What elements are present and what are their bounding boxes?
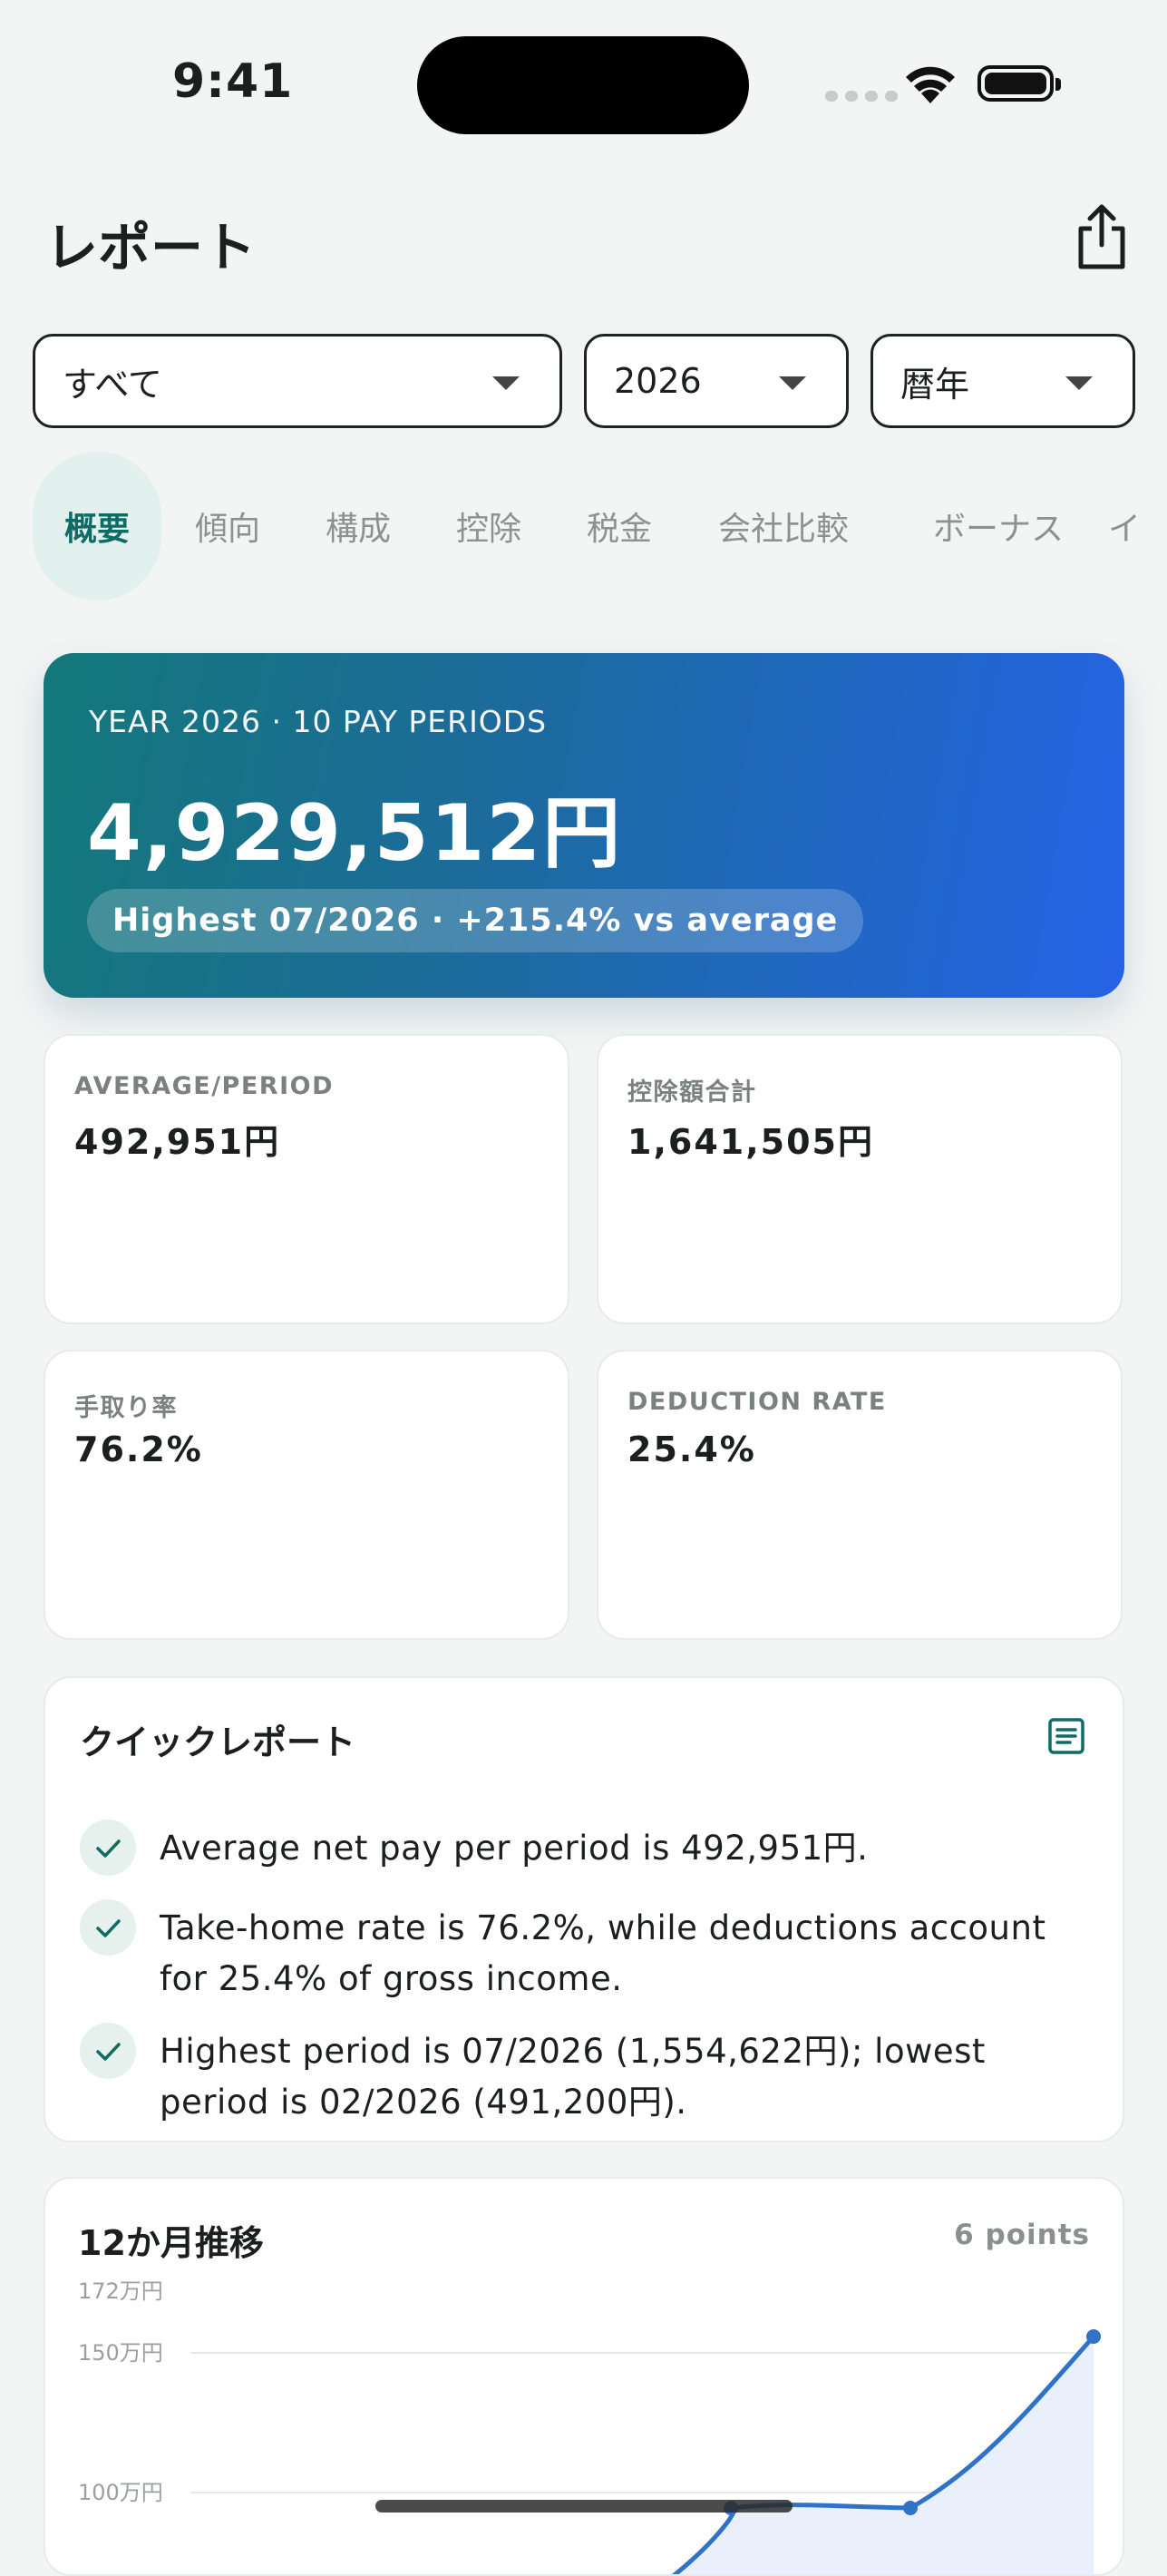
y-tick-label: 172万円	[78, 2278, 163, 2304]
trend-chart: 172万円 150万円 100万円	[78, 2278, 1101, 2574]
chevron-down-icon	[1065, 376, 1093, 390]
battery-icon	[977, 65, 1061, 102]
trend-point[interactable]	[903, 2501, 918, 2515]
stat-value: 76.2%	[74, 1429, 203, 1469]
y-tick-label: 100万円	[78, 2480, 163, 2505]
annual-summary-card: YEAR 2026 · 10 PAY PERIODS 4,929,512円 Hi…	[44, 653, 1124, 998]
check-icon	[80, 2023, 136, 2079]
tab-more[interactable]: イ	[1108, 452, 1162, 600]
stat-label: DEDUCTION RATE	[627, 1388, 887, 1416]
tab-deductions[interactable]: 控除	[448, 452, 530, 600]
dynamic-island	[417, 36, 749, 134]
tab-company-compare[interactable]: 会社比較	[709, 452, 858, 600]
tab-bonus[interactable]: ボーナス	[905, 452, 1092, 600]
status-time: 9:41	[172, 54, 294, 109]
status-bar: 9:41	[0, 0, 1167, 163]
home-indicator[interactable]	[375, 2500, 793, 2513]
stat-label: 控除額合計	[627, 1078, 757, 1107]
scope-dropdown-value: すべて	[63, 364, 162, 405]
quick-report-text: Average net pay per period is 492,951円.	[160, 1829, 869, 1868]
tab-overview[interactable]: 概要	[33, 452, 161, 600]
chevron-down-icon	[492, 376, 520, 390]
quick-report-text: Highest period is 07/2026 (1,554,622円); …	[160, 2032, 986, 2122]
share-icon[interactable]	[1070, 201, 1133, 274]
stat-value: 25.4%	[627, 1429, 756, 1469]
page-title: レポート	[45, 217, 257, 278]
stat-card-deductions-total: 控除額合計 1,641,505円	[597, 1034, 1123, 1324]
document-icon[interactable]	[1046, 1716, 1086, 1756]
check-icon	[80, 1820, 136, 1876]
chevron-down-icon	[779, 376, 806, 390]
report-tabs: 概要 傾向 構成 控除 税金 会社比較 ボーナス イ	[33, 452, 1167, 600]
twelve-month-trend-card: 12か月推移 6 points 172万円 150万円 100万円	[44, 2177, 1124, 2576]
stat-label: 手取り率	[74, 1394, 178, 1422]
scope-dropdown[interactable]: すべて	[33, 334, 562, 428]
quick-report-text: Take-home rate is 76.2%, while deduction…	[160, 1908, 1046, 1998]
period-dropdown[interactable]: 暦年	[870, 334, 1135, 428]
check-icon	[80, 1899, 136, 1956]
stat-label: AVERAGE/PERIOD	[74, 1072, 334, 1100]
period-dropdown-value: 暦年	[900, 364, 970, 405]
stat-card-take-home-rate: 手取り率 76.2%	[44, 1350, 569, 1640]
annual-net-total: 4,929,512円	[87, 788, 623, 879]
y-tick-label: 150万円	[78, 2340, 163, 2366]
cellular-signal-icon	[825, 91, 898, 102]
trend-area	[675, 2337, 1094, 2574]
year-dropdown-value: 2026	[614, 361, 702, 401]
wifi-icon	[906, 66, 955, 103]
tab-composition[interactable]: 構成	[317, 452, 399, 600]
tab-trends[interactable]: 傾向	[187, 452, 268, 600]
year-dropdown[interactable]: 2026	[584, 334, 849, 428]
stat-card-deduction-rate: DEDUCTION RATE 25.4%	[597, 1350, 1123, 1640]
quick-report-title: クイックレポート	[80, 1722, 356, 1762]
stat-card-average: AVERAGE/PERIOD 492,951円	[44, 1034, 569, 1324]
quick-report-card: クイックレポート Average net pay per period is 4…	[44, 1676, 1124, 2142]
stat-value: 492,951円	[74, 1122, 281, 1162]
tab-tax[interactable]: 税金	[579, 452, 660, 600]
summary-period-label: YEAR 2026 · 10 PAY PERIODS	[89, 704, 548, 739]
stat-value: 1,641,505円	[627, 1122, 874, 1162]
trend-point[interactable]	[1086, 2329, 1101, 2344]
highest-period-badge: Highest 07/2026 · +215.4% vs average	[87, 889, 864, 952]
